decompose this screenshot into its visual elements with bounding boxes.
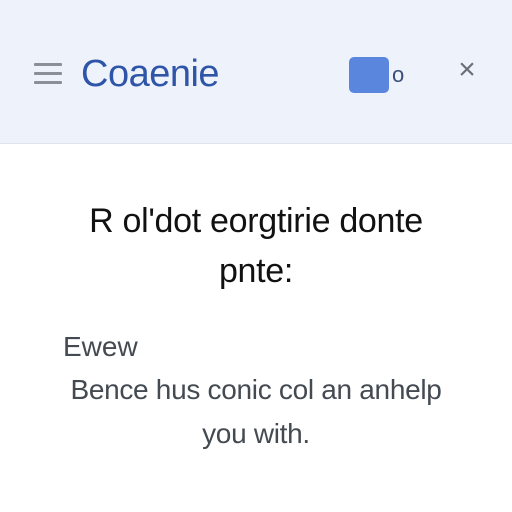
camera-body xyxy=(349,57,389,93)
camera-lens-icon: o xyxy=(392,62,405,87)
prompt-line-2: pnte: xyxy=(218,252,294,290)
close-icon[interactable]: × xyxy=(452,55,482,85)
help-message-line-1: Bence hus conic col an anhelp xyxy=(70,374,442,405)
hamburger-menu-icon[interactable] xyxy=(34,63,62,85)
greeting-text: Ewew xyxy=(63,331,138,362)
video-camera-icon[interactable]: o xyxy=(349,57,404,93)
help-message-line-2: you with. xyxy=(202,418,310,449)
app-title: Coaenie xyxy=(81,53,220,95)
app-header: Coaenie o × xyxy=(0,0,512,144)
prompt-text: R ol'dot eorgtirie donte pnte: xyxy=(20,196,492,296)
help-message: Bence hus conic col an anhelp you with. xyxy=(56,368,456,456)
prompt-line-1: R ol'dot eorgtirie donte xyxy=(89,202,423,240)
